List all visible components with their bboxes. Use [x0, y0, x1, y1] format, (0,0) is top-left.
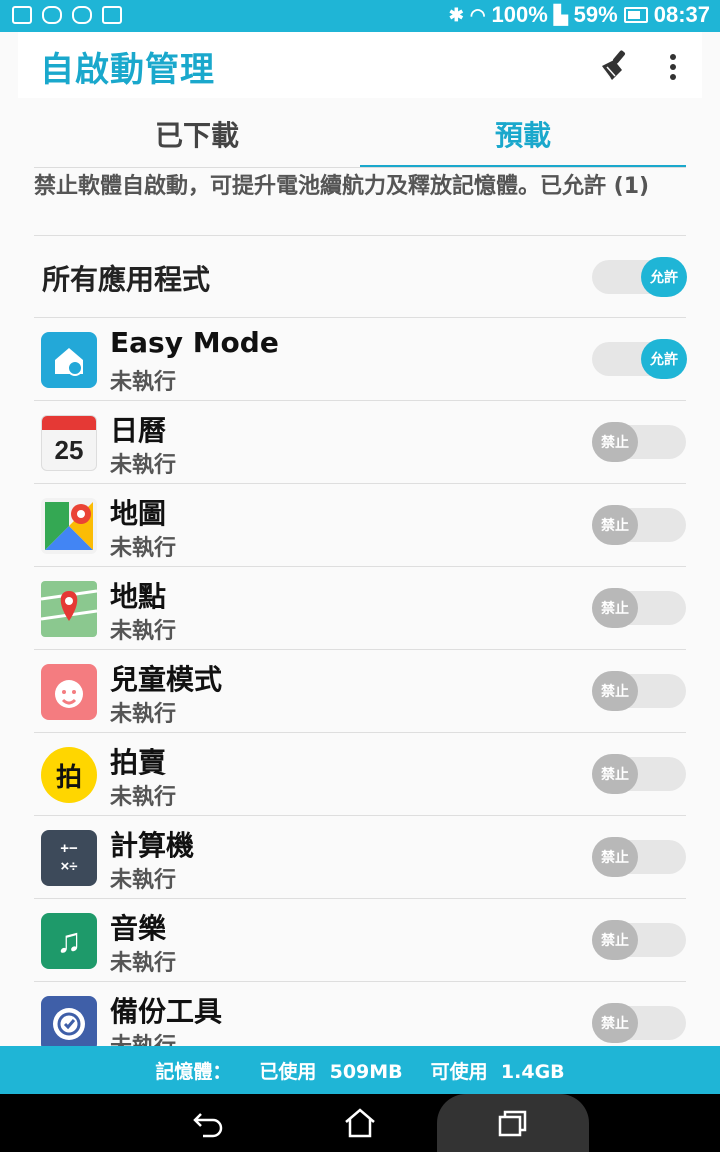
app-name: 日曆: [110, 414, 167, 447]
app-name: 音樂: [110, 912, 167, 945]
tab-downloaded[interactable]: 已下載: [34, 100, 360, 168]
backup-icon: [41, 996, 97, 1052]
notification-icons: [12, 6, 122, 24]
places-icon: [41, 581, 97, 637]
toggle-knob: 禁止: [592, 422, 638, 462]
recents-icon: [498, 1110, 527, 1137]
navigation-bar: [0, 1094, 720, 1152]
app-name: 拍賣: [110, 746, 167, 779]
easy-mode-icon: [41, 332, 97, 388]
app-name: 備份工具: [110, 995, 223, 1028]
app-name: 地點: [110, 580, 167, 613]
app-row: 地圖未執行 禁止: [34, 484, 686, 567]
back-icon: [193, 1113, 223, 1138]
memory-label: 記憶體：: [155, 1060, 232, 1083]
back-button[interactable]: [176, 1094, 240, 1152]
auction-icon: 拍: [41, 747, 97, 803]
app-name: 計算機: [110, 829, 195, 862]
autostart-toggle[interactable]: 禁止: [592, 505, 686, 545]
tabs-divider: [34, 167, 686, 168]
autostart-toggle[interactable]: 禁止: [592, 671, 686, 711]
toggle-knob: 允許: [641, 257, 687, 297]
home-icon: [345, 1108, 375, 1138]
clean-broom-icon[interactable]: [596, 48, 630, 82]
toggle-knob: 禁止: [592, 505, 638, 545]
chat-notification-icon: [42, 6, 62, 24]
all-apps-toggle[interactable]: 允許: [592, 257, 687, 297]
app-name: 兒童模式: [110, 663, 223, 696]
autostart-toggle[interactable]: 允許: [592, 339, 687, 379]
app-name: 地圖: [110, 497, 167, 530]
tab-bar: 已下載 預載: [34, 100, 686, 168]
autostart-toggle[interactable]: 禁止: [592, 422, 686, 462]
tab-preloaded[interactable]: 預載: [360, 100, 686, 168]
bluetooth-icon: ✱: [448, 4, 464, 25]
app-status: 未執行: [110, 785, 177, 810]
app-row: ♫ 音樂未執行 禁止: [34, 899, 686, 982]
autostart-toggle[interactable]: 禁止: [592, 1003, 686, 1043]
app-status: 未執行: [110, 951, 177, 976]
app-status: 未執行: [110, 702, 177, 727]
recents-button[interactable]: [481, 1094, 545, 1152]
toggle-knob: 禁止: [592, 920, 638, 960]
sim-icon: ▙: [553, 4, 568, 25]
maps-icon: [41, 498, 97, 554]
description-text: 禁止軟體自啟動，可提升電池續航力及釋放記憶體。已允許 (1): [34, 174, 650, 199]
status-bar: ✱ ◠ 100% ▙ 59% 08:37: [0, 0, 720, 32]
app-status: 未執行: [110, 619, 177, 644]
calculator-icon: +− ×÷: [41, 830, 97, 886]
wifi-battery-text: 100%: [491, 2, 548, 27]
memory-used-value: 509MB: [329, 1060, 403, 1083]
app-row: 地點未執行 禁止: [34, 567, 686, 650]
app-bar: 自啟動管理: [18, 32, 702, 98]
app-name: Easy Mode: [110, 326, 279, 359]
toggle-knob: 禁止: [592, 671, 638, 711]
app-row: Easy Mode 未執行 允許: [34, 318, 687, 401]
app-status: 未執行: [110, 453, 177, 478]
overflow-menu-icon[interactable]: [658, 50, 688, 84]
app-row: 拍拍賣未執行 禁止: [34, 733, 686, 816]
memory-free-label: 可使用: [430, 1060, 488, 1083]
autostart-toggle[interactable]: 禁止: [592, 754, 686, 794]
app-status: 未執行: [110, 868, 177, 893]
memory-used-label: 已使用: [259, 1060, 317, 1083]
file-notification-icon: [102, 6, 122, 24]
toggle-knob: 禁止: [592, 754, 638, 794]
system-status: ✱ ◠ 100% ▙ 59% 08:37: [449, 2, 710, 28]
app-row: 兒童模式未執行 禁止: [34, 650, 686, 733]
memory-free: 可使用 1.4GB: [431, 1057, 565, 1084]
wifi-notification-icon: [72, 6, 92, 24]
autostart-toggle[interactable]: 禁止: [592, 920, 686, 960]
toggle-knob: 允許: [641, 339, 687, 379]
app-row: +− ×÷ 計算機未執行 禁止: [34, 816, 686, 899]
music-icon: ♫: [41, 913, 97, 969]
home-button[interactable]: [328, 1094, 392, 1152]
toggle-knob: 禁止: [592, 1003, 638, 1043]
memory-free-value: 1.4GB: [500, 1060, 565, 1083]
all-apps-row: 所有應用程式 允許: [34, 236, 687, 318]
toggle-knob: 禁止: [592, 837, 638, 877]
toggle-knob: 禁止: [592, 588, 638, 628]
battery-icon: [623, 7, 648, 23]
memory-used: 已使用 509MB: [259, 1057, 402, 1084]
page-title: 自啟動管理: [40, 50, 215, 90]
wifi-icon: ◠: [469, 4, 486, 25]
app-row: 25 日曆未執行 禁止: [34, 401, 686, 484]
clock: 08:37: [653, 2, 710, 27]
app-status: 未執行: [110, 370, 177, 395]
all-apps-label: 所有應用程式: [42, 263, 211, 296]
gallery-notification-icon: [12, 6, 32, 24]
autostart-toggle[interactable]: 禁止: [592, 837, 686, 877]
autostart-toggle[interactable]: 禁止: [592, 588, 686, 628]
app-status: 未執行: [110, 536, 177, 561]
memory-bar: 記憶體： 已使用 509MB 可使用 1.4GB: [0, 1046, 720, 1094]
calendar-icon: 25: [41, 415, 97, 471]
battery-percent: 59%: [573, 2, 618, 27]
kids-mode-icon: [41, 664, 97, 720]
